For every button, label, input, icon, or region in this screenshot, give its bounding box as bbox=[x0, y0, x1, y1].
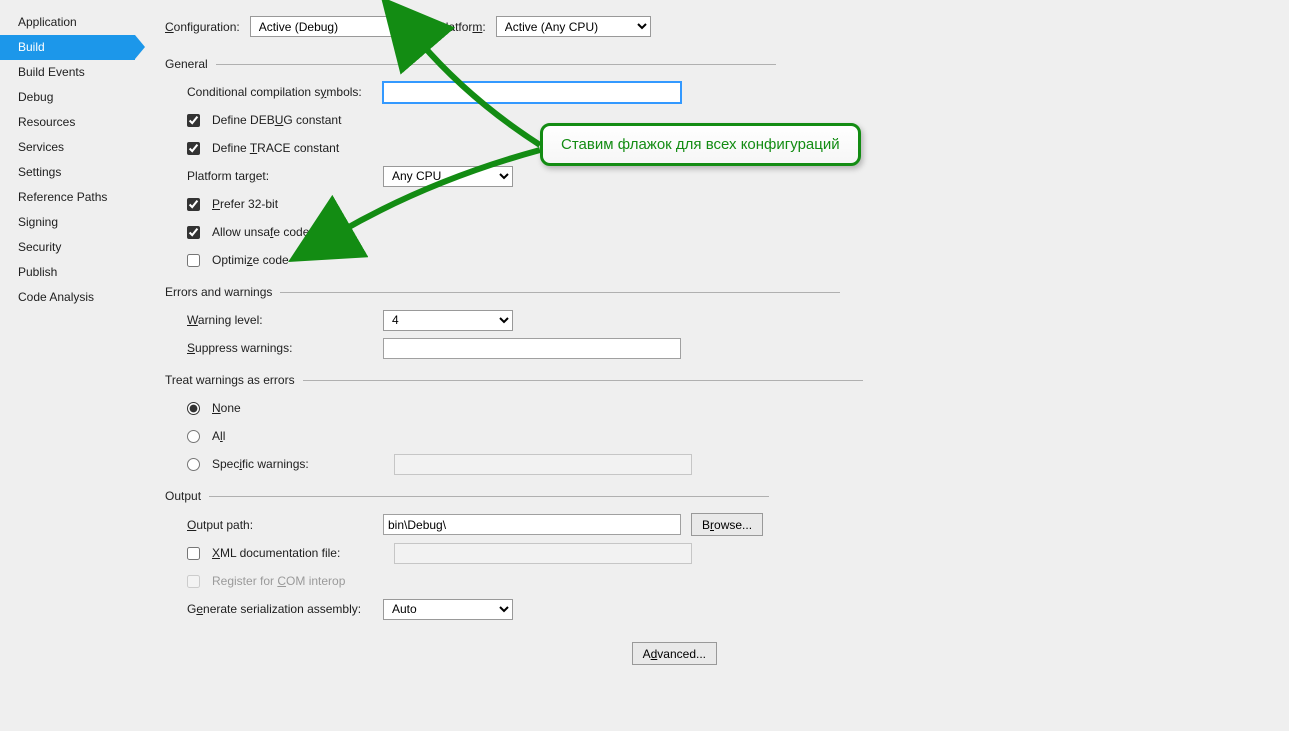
allow-unsafe-checkbox[interactable] bbox=[187, 226, 200, 239]
treat-specific-input bbox=[394, 454, 692, 475]
sidebar-item-reference-paths[interactable]: Reference Paths bbox=[0, 185, 135, 210]
xml-doc-checkbox[interactable] bbox=[187, 547, 200, 560]
xml-doc-label: XML documentation file: bbox=[212, 546, 388, 560]
sidebar-item-build-events[interactable]: Build Events bbox=[0, 60, 135, 85]
sidebar-item-resources[interactable]: Resources bbox=[0, 110, 135, 135]
suppress-warnings-label: Suppress warnings: bbox=[187, 341, 383, 355]
sidebar-item-code-analysis[interactable]: Code Analysis bbox=[0, 285, 135, 310]
optimize-code-checkbox[interactable] bbox=[187, 254, 200, 267]
warning-level-select[interactable]: 4 bbox=[383, 310, 513, 331]
sidebar-item-settings[interactable]: Settings bbox=[0, 160, 135, 185]
section-errors: Errors and warnings bbox=[165, 285, 1269, 299]
browse-button[interactable]: Browse... bbox=[691, 513, 763, 536]
com-interop-checkbox bbox=[187, 575, 200, 588]
output-path-label: Output path: bbox=[187, 518, 383, 532]
define-trace-checkbox[interactable] bbox=[187, 142, 200, 155]
section-treat: Treat warnings as errors bbox=[165, 373, 1269, 387]
gen-serialization-label: Generate serialization assembly: bbox=[187, 602, 383, 616]
sidebar-item-signing[interactable]: Signing bbox=[0, 210, 135, 235]
main-panel: Configuration: Active (Debug) Platform: … bbox=[135, 0, 1289, 731]
sidebar-item-services[interactable]: Services bbox=[0, 135, 135, 160]
suppress-warnings-input[interactable] bbox=[383, 338, 681, 359]
cond-symbols-input[interactable] bbox=[383, 82, 681, 103]
platform-select[interactable]: Active (Any CPU) bbox=[496, 16, 651, 37]
warning-level-label: Warning level: bbox=[187, 313, 383, 327]
define-debug-label: Define DEBUG constant bbox=[212, 113, 341, 127]
configuration-select[interactable]: Active (Debug) bbox=[250, 16, 410, 37]
define-trace-label: Define TRACE constant bbox=[212, 141, 339, 155]
xml-doc-input bbox=[394, 543, 692, 564]
prefer-32bit-checkbox[interactable] bbox=[187, 198, 200, 211]
prefer-32bit-label: Prefer 32-bit bbox=[212, 197, 278, 211]
sidebar-item-security[interactable]: Security bbox=[0, 235, 135, 260]
gen-serialization-select[interactable]: Auto bbox=[383, 599, 513, 620]
sidebar: Application Build Build Events Debug Res… bbox=[0, 0, 135, 731]
treat-specific-radio[interactable] bbox=[187, 458, 200, 471]
configuration-label: Configuration: bbox=[165, 20, 240, 34]
section-output: Output bbox=[165, 489, 1269, 503]
sidebar-item-debug[interactable]: Debug bbox=[0, 85, 135, 110]
optimize-code-label: Optimize code bbox=[212, 253, 289, 267]
advanced-button[interactable]: Advanced... bbox=[632, 642, 717, 665]
allow-unsafe-label: Allow unsafe code bbox=[212, 225, 309, 239]
com-interop-label: Register for COM interop bbox=[212, 574, 345, 588]
platform-target-select[interactable]: Any CPU bbox=[383, 166, 513, 187]
treat-all-radio[interactable] bbox=[187, 430, 200, 443]
sidebar-item-application[interactable]: Application bbox=[0, 10, 135, 35]
define-debug-checkbox[interactable] bbox=[187, 114, 200, 127]
cond-symbols-label: Conditional compilation symbols: bbox=[187, 85, 383, 99]
output-path-input[interactable] bbox=[383, 514, 681, 535]
treat-none-radio[interactable] bbox=[187, 402, 200, 415]
platform-target-label: Platform target: bbox=[187, 169, 383, 183]
treat-all-label: All bbox=[212, 429, 225, 443]
sidebar-item-publish[interactable]: Publish bbox=[0, 260, 135, 285]
treat-none-label: None bbox=[212, 401, 241, 415]
section-general: General bbox=[165, 57, 1269, 71]
platform-label: Platform: bbox=[438, 20, 486, 34]
sidebar-item-build[interactable]: Build bbox=[0, 35, 135, 60]
treat-specific-label: Specific warnings: bbox=[212, 457, 388, 471]
